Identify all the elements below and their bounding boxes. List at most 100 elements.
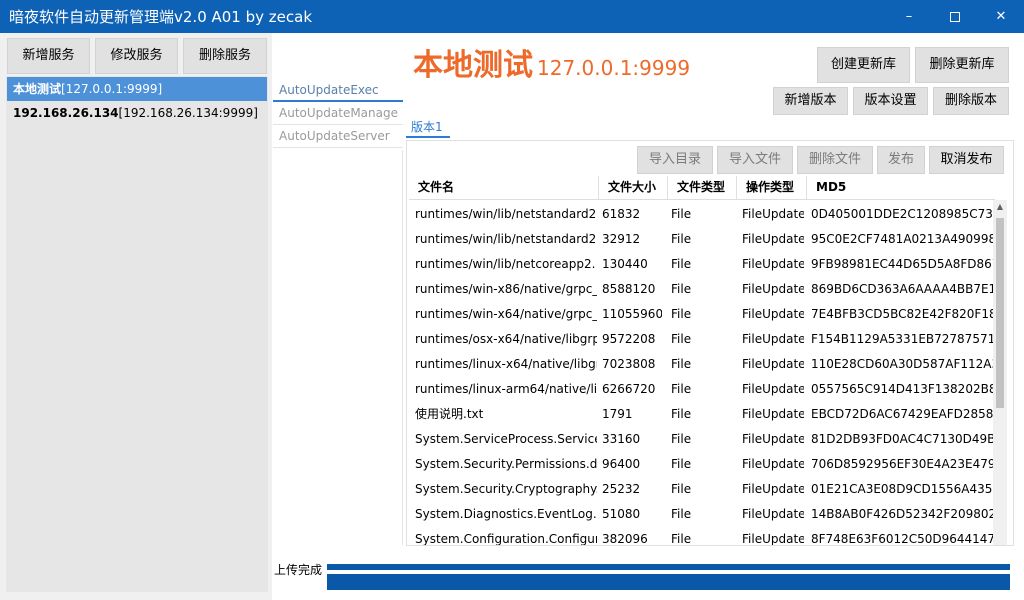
cell-filename: runtimes/linux-arm64/native/li <box>415 382 597 396</box>
cell-operation: FileUpdate <box>742 507 804 521</box>
cell-operation: FileUpdate <box>742 232 804 246</box>
cell-filename: System.Configuration.Configur <box>415 532 597 545</box>
cell-md5: 8F748E63F6012C50D96441472 <box>811 532 995 545</box>
create-repo-button[interactable]: 创建更新库 <box>817 47 910 83</box>
table-row[interactable]: System.Configuration.Configur 382096 File F… <box>409 527 995 545</box>
cell-type: File <box>671 332 692 346</box>
table-row[interactable]: runtimes/win/lib/netcoreapp2. 130440 File F… <box>409 252 995 277</box>
column-header-operation[interactable]: 操作类型 <box>737 176 807 200</box>
cell-size: 61832 <box>602 207 641 221</box>
page-title-name: 本地测试 <box>413 48 533 83</box>
maximize-icon <box>950 11 960 22</box>
page-title: 本地测试 127.0.0.1:9999 <box>413 40 690 84</box>
cell-md5: 7E4BFB3CD5BC82E42F820F18E <box>811 307 995 321</box>
scroll-up-icon[interactable]: ▲ <box>993 200 1007 214</box>
import-file-button[interactable]: 导入文件 <box>717 146 793 174</box>
version-settings-button[interactable]: 版本设置 <box>853 87 928 115</box>
service-addr: [192.168.26.134:9999] <box>118 106 258 120</box>
cell-type: File <box>671 232 692 246</box>
table-row[interactable]: runtimes/osx-x64/native/libgrp 9572208 Fil… <box>409 327 995 352</box>
cell-type: File <box>671 532 692 545</box>
cell-size: 33160 <box>602 432 641 446</box>
cell-md5: F154B1129A5331EB72787571D <box>811 332 995 346</box>
table-row[interactable]: System.ServiceProcess.ServiceC 33160 File F… <box>409 427 995 452</box>
cancel-publish-button[interactable]: 取消发布 <box>929 146 1004 174</box>
cell-operation: FileUpdate <box>742 282 804 296</box>
tab-autoupdate-server[interactable]: AutoUpdateServer <box>273 125 403 148</box>
cell-type: File <box>671 457 692 471</box>
table-row[interactable]: System.Security.Permissions.dll 96400 File… <box>409 452 995 477</box>
cell-operation: FileUpdate <box>742 257 804 271</box>
table-row[interactable]: System.Diagnostics.EventLog.d 51080 File Fi… <box>409 502 995 527</box>
cell-filename: runtimes/win/lib/netcoreapp2. <box>415 257 596 271</box>
cell-size: 1791 <box>602 407 633 421</box>
add-version-button[interactable]: 新增版本 <box>773 87 848 115</box>
delete-version-button[interactable]: 删除版本 <box>933 87 1009 115</box>
progress-bar <box>327 564 1010 590</box>
minimize-button[interactable]: – <box>886 0 932 33</box>
cell-filename: System.Security.Permissions.dll <box>415 457 597 471</box>
table-row[interactable]: System.Security.Cryptography.I 25232 File F… <box>409 477 995 502</box>
cell-md5: 0D405001DDE2C1208985C736 <box>811 207 995 221</box>
cell-type: File <box>671 257 692 271</box>
service-item-local[interactable]: 本地测试[127.0.0.1:9999] <box>7 77 267 101</box>
cell-type: File <box>671 382 692 396</box>
cell-md5: 706D8592956EF30E4A23E479E <box>811 457 995 471</box>
cell-md5: 14B8AB0F426D52342F2098023 <box>811 507 995 521</box>
table-scrollbar[interactable]: ▲ <box>993 200 1007 545</box>
delete-service-button[interactable]: 删除服务 <box>183 38 267 74</box>
cell-type: File <box>671 307 692 321</box>
cell-filename: System.Security.Cryptography.I <box>415 482 597 496</box>
file-table: 文件名 文件大小 文件类型 操作类型 MD5 runtimes/win/lib/… <box>409 176 1009 545</box>
table-row[interactable]: runtimes/win-x86/native/grpc_ 8588120 File… <box>409 277 995 302</box>
cell-operation: FileUpdate <box>742 532 804 545</box>
table-row[interactable]: runtimes/win/lib/netstandard2 61832 File Fi… <box>409 202 995 227</box>
table-row[interactable]: runtimes/win-x64/native/grpc_ 11055960 Fil… <box>409 302 995 327</box>
cell-size: 11055960 <box>602 307 662 321</box>
cell-operation: FileUpdate <box>742 357 804 371</box>
cell-filename: runtimes/win-x86/native/grpc_ <box>415 282 597 296</box>
cell-operation: FileUpdate <box>742 332 804 346</box>
service-name: 192.168.26.134 <box>13 106 119 120</box>
cell-filename: runtimes/linux-x64/native/libgr <box>415 357 597 371</box>
column-header-size[interactable]: 文件大小 <box>599 176 668 200</box>
cell-filename: runtimes/win/lib/netstandard2 <box>415 232 597 246</box>
service-item-remote[interactable]: 192.168.26.134[192.168.26.134:9999] <box>7 101 267 125</box>
table-row[interactable]: 使用说明.txt 1791 File FileUpdate EBCD72D6AC6742… <box>409 402 995 427</box>
table-row[interactable]: runtimes/linux-arm64/native/li 6266720 Fil… <box>409 377 995 402</box>
table-row[interactable]: runtimes/linux-x64/native/libgr 7023808 Fi… <box>409 352 995 377</box>
cell-type: File <box>671 407 692 421</box>
table-row[interactable]: runtimes/win/lib/netstandard2 32912 File Fi… <box>409 227 995 252</box>
tab-autoupdate-manage[interactable]: AutoUpdateManage <box>273 102 403 125</box>
cell-type: File <box>671 507 692 521</box>
scroll-thumb[interactable] <box>996 218 1004 408</box>
column-header-type[interactable]: 文件类型 <box>668 176 737 200</box>
cell-operation: FileUpdate <box>742 382 804 396</box>
add-service-button[interactable]: 新增服务 <box>7 38 90 74</box>
page-title-addr: 127.0.0.1:9999 <box>537 56 691 80</box>
column-header-md5[interactable]: MD5 <box>807 176 995 200</box>
cell-md5: 81D2DB93FD0AC4C7130D49B6 <box>811 432 995 446</box>
cell-md5: 9FB98981EC44D65D5A8FD867 <box>811 257 995 271</box>
close-button[interactable]: ✕ <box>978 0 1024 33</box>
cell-filename: System.Diagnostics.EventLog.d <box>415 507 597 521</box>
maximize-button[interactable] <box>932 0 978 33</box>
cell-type: File <box>671 357 692 371</box>
cell-size: 6266720 <box>602 382 656 396</box>
service-name: 本地测试 <box>13 82 62 96</box>
column-header-filename[interactable]: 文件名 <box>409 176 599 200</box>
cell-operation: FileUpdate <box>742 207 804 221</box>
publish-button[interactable]: 发布 <box>877 146 925 174</box>
table-header: 文件名 文件大小 文件类型 操作类型 MD5 <box>409 176 995 200</box>
tab-autoupdate-exec[interactable]: AutoUpdateExec <box>273 79 403 102</box>
delete-file-button[interactable]: 删除文件 <box>797 146 873 174</box>
cell-size: 8588120 <box>602 282 656 296</box>
title-bar: 暗夜软件自动更新管理端v2.0 A01 by zecak – ✕ <box>0 0 1024 33</box>
tab-version-1[interactable]: 版本1 <box>406 118 450 138</box>
delete-repo-button[interactable]: 删除更新库 <box>915 47 1009 83</box>
edit-service-button[interactable]: 修改服务 <box>95 38 178 74</box>
cell-size: 51080 <box>602 507 641 521</box>
cell-operation: FileUpdate <box>742 457 804 471</box>
cell-operation: FileUpdate <box>742 407 804 421</box>
import-dir-button[interactable]: 导入目录 <box>637 146 713 174</box>
